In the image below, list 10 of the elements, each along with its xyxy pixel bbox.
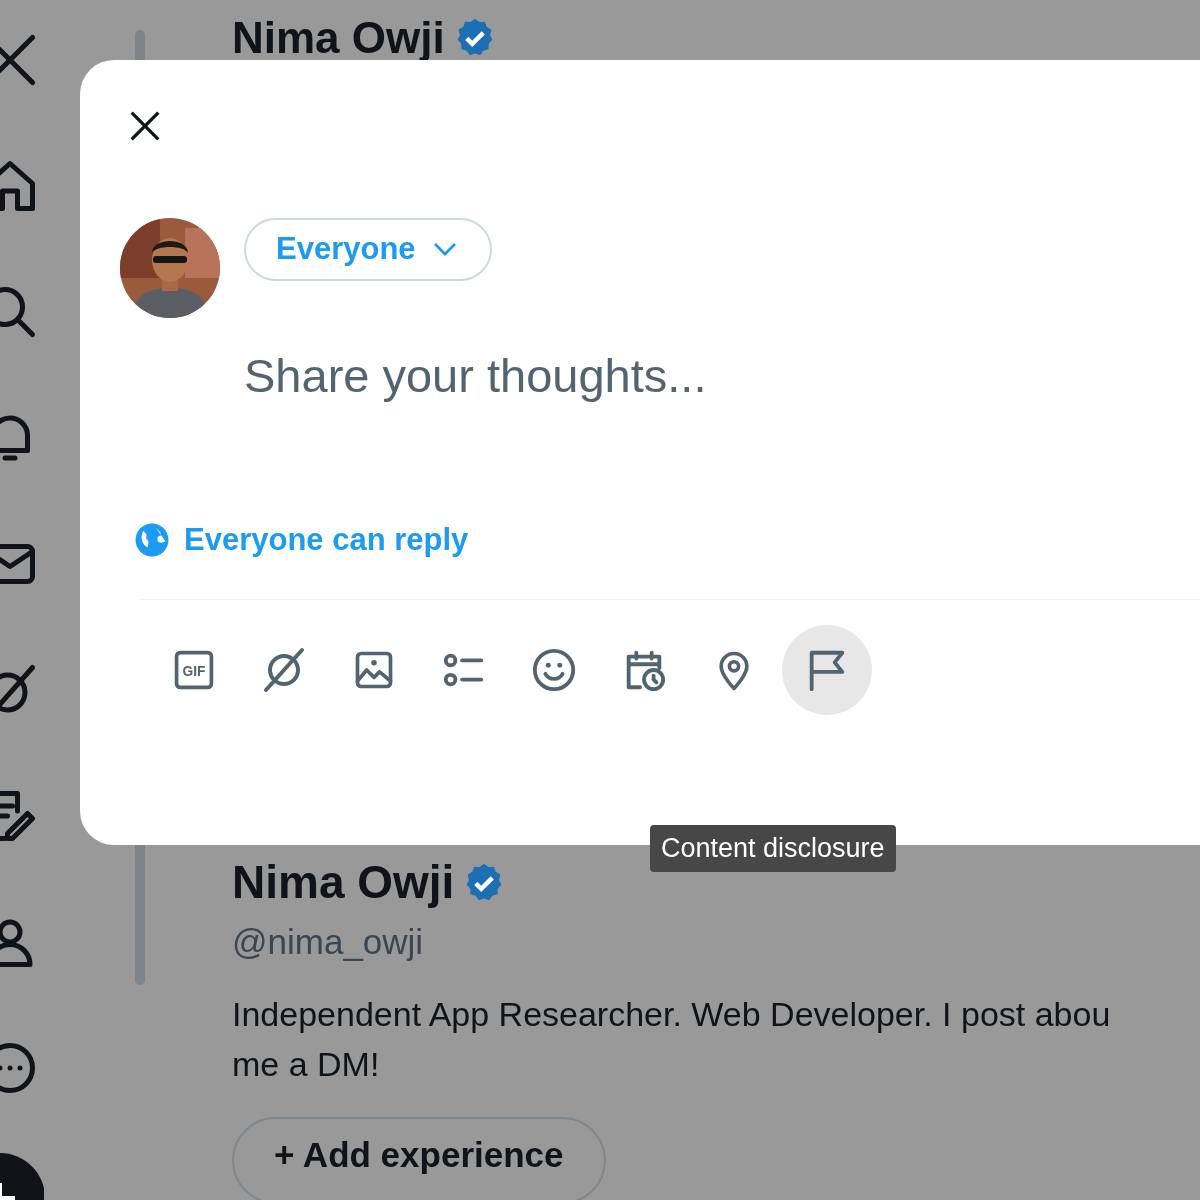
profile-name: Nima Owji [232,14,445,63]
tooltip: Content disclosure [650,825,896,872]
add-experience-button[interactable]: + Add experience [232,1117,606,1200]
globe-icon [134,521,170,558]
smiley-icon [531,647,577,693]
gif-icon: GIF [172,648,216,692]
profile-bio: Independent App Researcher. Web Developer. I post abou me a DM! [232,994,1112,1085]
profile-handle: @nima_owji [232,921,425,963]
toolbar-button[interactable]: GIF [152,628,236,712]
profile-name: Nima Owji [232,857,455,908]
